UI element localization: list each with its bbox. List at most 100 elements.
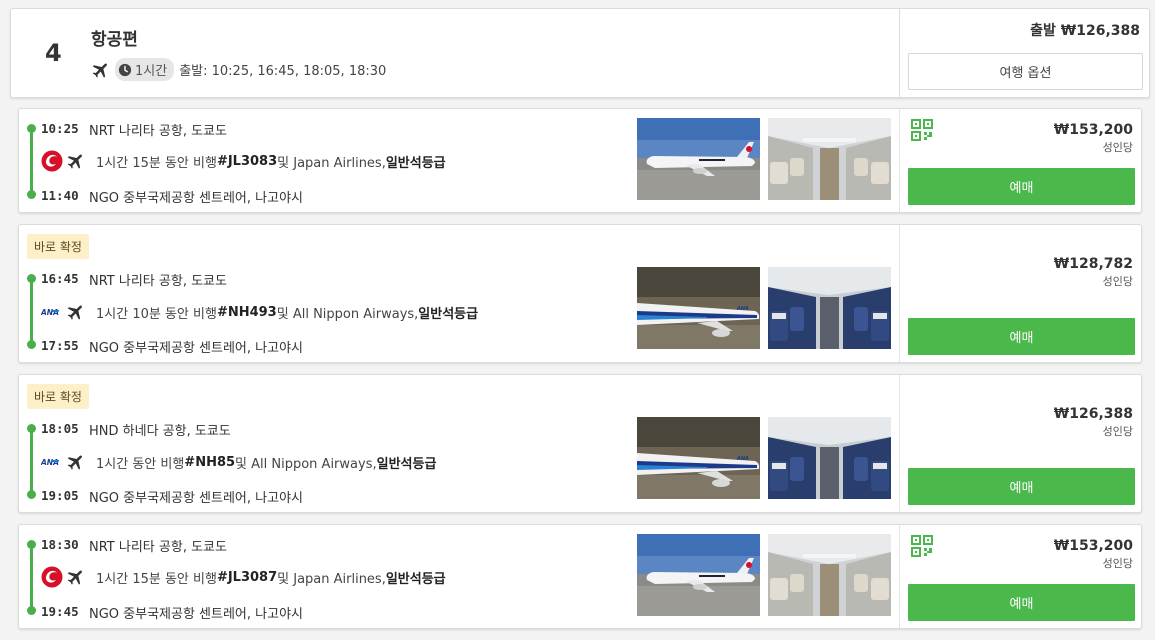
timeline-line xyxy=(30,429,33,495)
jal-logo-icon xyxy=(41,150,63,172)
cabin-photo[interactable] xyxy=(768,417,891,499)
instant-confirm-badge: 바로 확정 xyxy=(27,234,89,259)
flight-duration: 1시간 10분 동안 비행 xyxy=(96,306,217,322)
trip-title: 항공편 xyxy=(91,30,138,50)
airline-name: 및 All Nippon Airways, xyxy=(235,456,377,472)
jal-logo-icon xyxy=(41,566,63,588)
ana-logo-icon xyxy=(41,301,63,323)
departure-time: 18:05 xyxy=(41,421,79,436)
duration-pill: 1시간 xyxy=(115,58,175,81)
book-button[interactable]: 예매 xyxy=(908,468,1135,505)
arrival-time: 19:05 xyxy=(41,488,79,503)
arrival-time: 17:55 xyxy=(41,338,79,353)
timeline-line xyxy=(30,279,33,345)
divider xyxy=(899,9,900,97)
divider xyxy=(899,375,900,512)
price-per-adult: 성인당 xyxy=(1102,425,1133,438)
flight-card: 18:30 NRT 나리타 공항, 도쿄도 1시간 15분 동안 비행 #JL3… xyxy=(18,524,1142,629)
instant-confirm-badge: 바로 확정 xyxy=(27,384,89,409)
cabin-class: 일반석등급 xyxy=(385,155,446,171)
aircraft-photo[interactable] xyxy=(637,417,760,499)
qr-code-icon xyxy=(911,119,933,141)
departure-times: 출발: 10:25, 16:45, 18:05, 18:30 xyxy=(179,64,387,79)
cabin-class: 일반석등급 xyxy=(385,571,446,587)
departure-time: 18:30 xyxy=(41,537,79,552)
from-price: 출발 ₩126,388 xyxy=(1030,23,1140,39)
departure-time: 10:25 xyxy=(41,121,79,136)
timeline-line xyxy=(30,129,33,195)
flight-details: 1시간 15분 동안 비행 #JL3083 및 Japan Airlines, … xyxy=(41,150,446,172)
flight-number: #JL3083 xyxy=(216,153,278,169)
cabin-class: 일반석등급 xyxy=(418,306,479,322)
flight-price: ₩126,388 xyxy=(1053,406,1133,422)
divider xyxy=(899,109,900,212)
airline-name: 및 All Nippon Airways, xyxy=(276,306,419,322)
cabin-photo[interactable] xyxy=(768,534,891,616)
plane-icon xyxy=(91,60,111,80)
timeline-dot xyxy=(27,274,36,283)
aircraft-photo[interactable] xyxy=(637,118,760,200)
aircraft-photo[interactable] xyxy=(637,267,760,349)
price-per-adult: 성인당 xyxy=(1102,557,1133,570)
trip-meta: 1시간 출발: 10:25, 16:45, 18:05, 18:30 xyxy=(91,58,386,81)
airline-name: 및 Japan Airlines, xyxy=(277,571,386,587)
flight-duration: 1시간 15분 동안 비행 xyxy=(96,155,217,171)
arrival-place: NGO 중부국제공항 센트레어, 나고야시 xyxy=(89,607,304,622)
arrival-place: NGO 중부국제공항 센트레어, 나고야시 xyxy=(89,341,304,356)
book-button[interactable]: 예매 xyxy=(908,318,1135,355)
timeline-dot xyxy=(27,490,36,499)
arrival-place: NGO 중부국제공항 센트레어, 나고야시 xyxy=(89,491,304,506)
plane-icon xyxy=(66,302,86,322)
flight-price: ₩128,782 xyxy=(1053,256,1133,272)
divider xyxy=(899,525,900,628)
arrival-time: 19:45 xyxy=(41,604,79,619)
timeline-dot xyxy=(27,190,36,199)
plane-icon xyxy=(66,151,86,171)
ana-logo-icon xyxy=(41,451,63,473)
cabin-photo[interactable] xyxy=(768,118,891,200)
arrival-place: NGO 중부국제공항 센트레어, 나고야시 xyxy=(89,191,304,206)
plane-icon xyxy=(66,567,86,587)
flight-card: 10:25 NRT 나리타 공항, 도쿄도 1시간 15분 동안 비행 #JL3… xyxy=(18,108,1142,213)
flight-details: 1시간 동안 비행 #NH85 및 All Nippon Airways, 일반… xyxy=(41,451,436,473)
book-button[interactable]: 예매 xyxy=(908,168,1135,205)
qr-code-icon xyxy=(911,535,933,557)
duration-text: 1시간 xyxy=(135,64,168,79)
departure-place: NRT 나리타 공항, 도쿄도 xyxy=(89,540,227,555)
timeline-dot xyxy=(27,424,36,433)
timeline-dot xyxy=(27,540,36,549)
cabin-class: 일반석등급 xyxy=(376,456,437,472)
departure-place: NRT 나리타 공항, 도쿄도 xyxy=(89,124,227,139)
flight-duration: 1시간 15분 동안 비행 xyxy=(96,571,217,587)
travel-options-button[interactable]: 여행 옵션 xyxy=(908,53,1143,90)
flight-price: ₩153,200 xyxy=(1053,122,1133,138)
timeline-dot xyxy=(27,124,36,133)
departure-place: NRT 나리타 공항, 도쿄도 xyxy=(89,274,227,289)
divider xyxy=(899,225,900,362)
clock-icon xyxy=(118,63,132,77)
flight-price: ₩153,200 xyxy=(1053,538,1133,554)
timeline-line xyxy=(30,545,33,611)
plane-icon xyxy=(66,452,86,472)
trip-index: 4 xyxy=(45,39,62,67)
flight-number: #NH85 xyxy=(184,454,236,470)
flight-duration: 1시간 동안 비행 xyxy=(96,456,185,472)
flight-card: 바로 확정 18:05 HND 하네다 공항, 도쿄도 1시간 동안 비행 #N… xyxy=(18,374,1142,513)
flight-number: #JL3087 xyxy=(216,569,278,585)
flight-details: 1시간 10분 동안 비행 #NH493 및 All Nippon Airway… xyxy=(41,301,478,323)
departure-place: HND 하네다 공항, 도쿄도 xyxy=(89,424,231,439)
arrival-time: 11:40 xyxy=(41,188,79,203)
price-per-adult: 성인당 xyxy=(1102,141,1133,154)
flight-number: #NH493 xyxy=(216,304,277,320)
cabin-photo[interactable] xyxy=(768,267,891,349)
timeline-dot xyxy=(27,340,36,349)
price-per-adult: 성인당 xyxy=(1102,275,1133,288)
book-button[interactable]: 예매 xyxy=(908,584,1135,621)
trip-summary-card: 4 항공편 1시간 출발: 10:25, 16:45, 18:05, 18:30… xyxy=(10,8,1150,98)
timeline-dot xyxy=(27,606,36,615)
departure-time: 16:45 xyxy=(41,271,79,286)
flight-card: 바로 확정 16:45 NRT 나리타 공항, 도쿄도 1시간 10분 동안 비… xyxy=(18,224,1142,363)
flight-details: 1시간 15분 동안 비행 #JL3087 및 Japan Airlines, … xyxy=(41,566,446,588)
airline-name: 및 Japan Airlines, xyxy=(277,155,386,171)
aircraft-photo[interactable] xyxy=(637,534,760,616)
